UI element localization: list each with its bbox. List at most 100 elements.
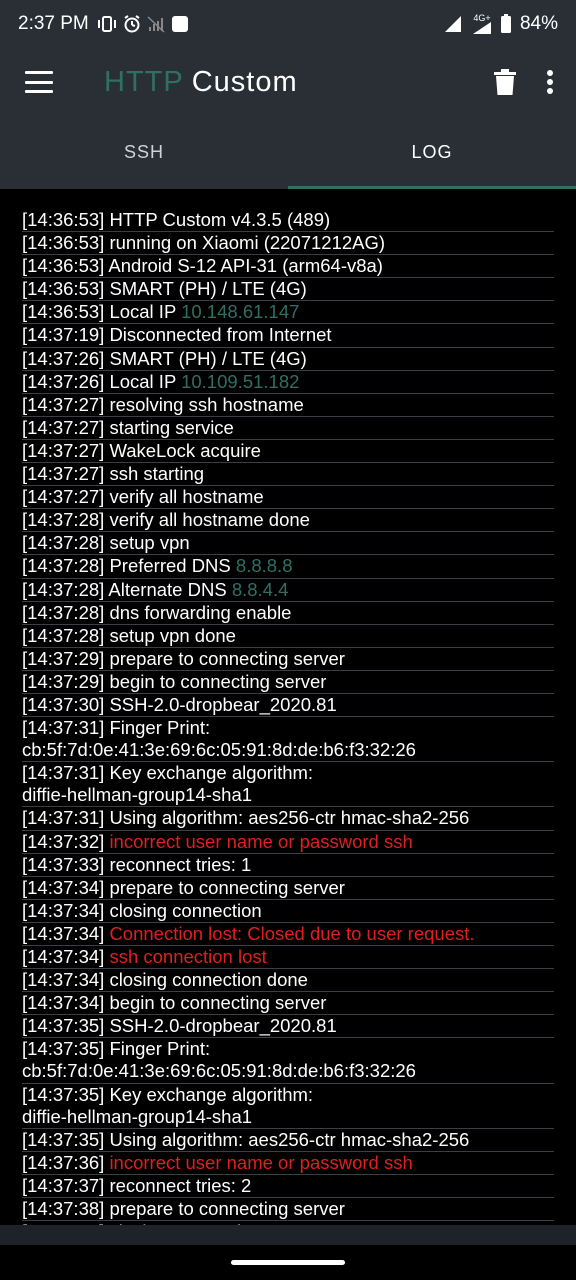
log-line: [14:37:33] reconnect tries: 1	[22, 854, 554, 877]
status-time: 2:37 PM	[18, 13, 89, 34]
log-message: reconnect tries: 2	[109, 1174, 252, 1196]
log-timestamp: [14:37:37]	[22, 1174, 105, 1196]
tab-ssh[interactable]: SSH	[0, 116, 288, 189]
log-continuation: cb:5f:7d:0e:41:3e:69:6c:05:91:8d:de:b6:f…	[22, 739, 416, 761]
log-line: [14:37:34] ssh connection lost	[22, 946, 554, 970]
log-line: [14:37:27] verify all hostname	[22, 486, 554, 510]
log-message: ssh starting	[109, 463, 205, 485]
log-continuation: diffie-hellman-group14-sha1	[22, 784, 253, 806]
log-view[interactable]: [14:36:53] HTTP Custom v4.3.5 (489) [14:3…	[0, 189, 576, 1225]
log-message: setup vpn	[109, 532, 190, 554]
log-line: [14:37:28] Preferred DNS 8.8.8.8	[22, 555, 554, 579]
log-timestamp: [14:36:53]	[22, 209, 105, 230]
log-timestamp: [14:37:33]	[22, 853, 105, 875]
log-message: SMART (PH) / LTE (4G)	[109, 278, 307, 300]
log-timestamp: [14:37:35]	[22, 1038, 105, 1060]
log-message: WakeLock acquire	[109, 439, 261, 461]
log-line: [14:37:31] Using algorithm: aes256-ctr h…	[22, 807, 554, 831]
log-error-message: incorrect user name or password ssh	[109, 1151, 413, 1173]
tab-log[interactable]: LOG	[288, 116, 576, 189]
log-message: Key exchange algorithm:	[109, 762, 314, 784]
log-timestamp: [14:37:29]	[22, 670, 105, 692]
log-message: Local IP	[109, 301, 176, 323]
log-message: SSH-2.0-dropbear_2020.81	[109, 693, 337, 715]
log-message: begin to connecting server	[109, 670, 327, 692]
log-timestamp: [14:37:35]	[22, 1015, 105, 1037]
log-line: [14:37:31] Finger Print: cb:5f:7d:0e:41:3…	[22, 717, 554, 763]
log-timestamp: [14:37:28]	[22, 509, 105, 531]
log-timestamp: [14:37:31]	[22, 807, 105, 829]
hamburger-menu-icon[interactable]	[22, 67, 56, 97]
home-gesture-handle[interactable]	[231, 1260, 345, 1265]
log-message: Finger Print:	[109, 717, 211, 739]
signal-icon	[444, 15, 464, 33]
log-timestamp: [14:37:34]	[22, 946, 105, 967]
log-message: running on Xiaomi (22071212AG)	[109, 232, 386, 254]
log-line: [14:37:31] Key exchange algorithm: diffie…	[22, 762, 554, 808]
log-message: Alternate DNS	[108, 578, 227, 600]
log-message: setup vpn done	[109, 624, 236, 646]
log-line: [14:37:35] SSH-2.0-dropbear_2020.81	[22, 1015, 554, 1039]
log-line: [14:37:34] Connection lost: Closed due t…	[22, 923, 554, 946]
log-message: resolving ssh hostname	[109, 393, 304, 415]
log-line: [14:37:35] Using algorithm: aes256-ctr h…	[22, 1129, 554, 1152]
network-4g-icon: 4G+	[472, 14, 492, 34]
log-line: [14:37:27] WakeLock acquire	[22, 439, 554, 464]
log-timestamp: [14:37:28]	[22, 578, 105, 600]
log-timestamp: [14:37:35]	[22, 1128, 105, 1150]
log-message: SSH-2.0-dropbear_2020.81	[109, 1015, 337, 1037]
status-icons-right: 4G+ 84%	[444, 13, 558, 35]
navigation-bar	[0, 1245, 576, 1280]
log-message: starting service	[109, 416, 234, 438]
log-message: verify all hostname	[109, 486, 264, 508]
alarm-icon	[123, 15, 141, 33]
log-message: dns forwarding enable	[109, 601, 292, 623]
log-error-message: Connection lost: Closed due to user requ…	[109, 922, 475, 944]
status-bar: 2:37 PM 4G+ 84%	[0, 0, 576, 48]
log-line: [14:37:30] SSH-2.0-dropbear_2020.81	[22, 693, 554, 718]
log-timestamp: [14:36:53]	[22, 301, 105, 323]
app-bar-actions	[494, 69, 554, 95]
log-message: closing connection done	[109, 969, 308, 991]
log-message: closing connection	[109, 1221, 261, 1225]
battery-percent: 84%	[519, 13, 558, 34]
log-line: [14:37:28] dns forwarding enable	[22, 602, 554, 625]
log-line: [14:37:35] Finger Print: cb:5f:7d:0e:41:3…	[22, 1038, 554, 1084]
log-timestamp: [14:37:28]	[22, 601, 105, 623]
log-message: Local IP	[109, 370, 176, 392]
log-timestamp: [14:37:27]	[22, 463, 105, 485]
log-line: [14:36:53] Local IP 10.148.61.147	[22, 301, 554, 325]
log-timestamp: [14:36:53]	[22, 232, 105, 254]
app-bar: HTTP Custom	[0, 48, 576, 116]
log-timestamp: [14:37:34]	[22, 876, 105, 898]
battery-icon	[500, 14, 512, 34]
log-highlight-value: 8.8.4.4	[231, 578, 289, 600]
log-message: prepare to connecting server	[109, 876, 345, 898]
log-message: Android S-12 API-31 (arm64-v8a)	[108, 255, 383, 277]
log-error-message: ssh connection lost	[109, 946, 267, 967]
log-timestamp: [14:36:53]	[22, 255, 105, 277]
log-line: [14:37:29] begin to connecting server	[22, 671, 554, 694]
log-timestamp: [14:37:26]	[22, 370, 105, 392]
log-message: Using algorithm: aes256-ctr hmac-sha2-25…	[109, 807, 470, 829]
log-highlight-value: 10.148.61.147	[181, 301, 300, 323]
log-timestamp: [14:37:28]	[22, 624, 105, 646]
notification-square-icon	[171, 15, 189, 33]
log-timestamp: [14:37:34]	[22, 992, 105, 1014]
log-timestamp: [14:37:31]	[22, 762, 105, 784]
log-line: [14:37:27] resolving ssh hostname	[22, 394, 554, 417]
log-timestamp: [14:37:27]	[22, 486, 105, 508]
log-highlight-value: 8.8.8.8	[235, 555, 293, 577]
log-message: Finger Print:	[109, 1038, 211, 1060]
log-line: [14:37:37] reconnect tries: 2	[22, 1174, 554, 1199]
log-timestamp: [14:37:30]	[22, 693, 105, 715]
log-message: reconnect tries: 1	[109, 853, 252, 875]
more-vert-icon[interactable]	[546, 69, 554, 95]
trash-icon[interactable]	[494, 69, 516, 95]
log-line: [14:37:28] setup vpn done	[22, 625, 554, 648]
log-line: [14:37:27] ssh starting	[22, 463, 554, 487]
log-message: closing connection	[109, 899, 262, 921]
log-message: SMART (PH) / LTE (4G)	[109, 347, 307, 369]
app-title: HTTP Custom	[104, 66, 298, 99]
log-continuation: diffie-hellman-group14-sha1	[22, 1105, 253, 1127]
